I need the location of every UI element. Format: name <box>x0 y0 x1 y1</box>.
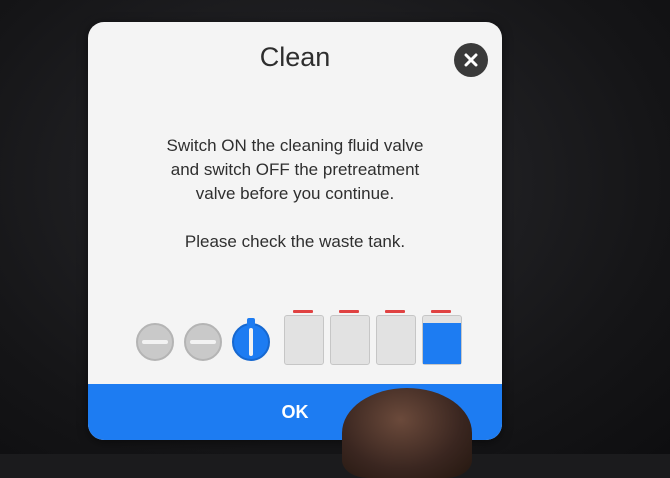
tank-2-icon <box>330 310 370 365</box>
tank-1-icon <box>284 310 324 365</box>
valve-2-icon <box>184 323 222 361</box>
dialog-message: Switch ON the cleaning fluid valve and s… <box>118 134 472 254</box>
waste-tank-message: Please check the waste tank. <box>184 232 406 251</box>
message-line-1: Switch ON the cleaning fluid valve <box>166 136 424 155</box>
message-line-3: valve before you continue. <box>195 184 395 203</box>
user-finger <box>342 388 472 478</box>
system-status-indicators <box>136 307 476 369</box>
message-line-2: and switch OFF the pretreatment <box>170 160 420 179</box>
valve-3-icon <box>232 318 270 361</box>
clean-dialog: Clean Switch ON the cleaning fluid valve… <box>88 22 502 440</box>
tank-4-icon <box>422 310 462 365</box>
close-icon <box>464 53 478 67</box>
tank-3-icon <box>376 310 416 365</box>
valve-1-icon <box>136 323 174 361</box>
dialog-title: Clean <box>259 42 331 72</box>
close-button[interactable] <box>454 43 488 77</box>
